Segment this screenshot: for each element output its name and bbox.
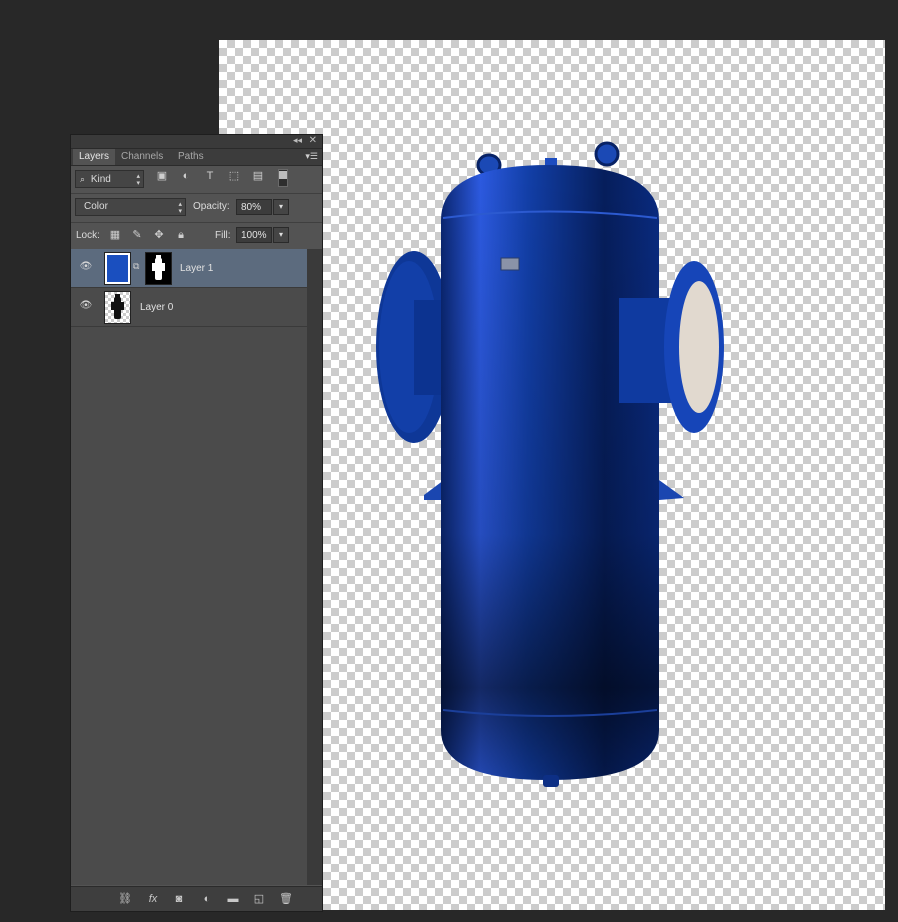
panel-menu-icon[interactable]: ▾☰ — [305, 151, 318, 162]
folder-icon[interactable]: ▬ — [225, 892, 241, 906]
layer-name[interactable]: Layer 1 — [180, 263, 213, 274]
panel-title-bar: ◂◂ ✕ — [71, 135, 322, 149]
tab-layers[interactable]: Layers — [73, 149, 116, 165]
trash-icon[interactable]: 🗑︎ — [278, 892, 294, 906]
adjustment-filter-icon[interactable]: ◐ — [179, 169, 193, 183]
blend-mode-value: Color — [84, 201, 108, 212]
lock-label: Lock: — [76, 230, 100, 241]
lock-all-icon[interactable]: 🔒︎ — [174, 228, 188, 242]
filter-row: ⌕ Kind ▴ ▾ ▣ ◐ T ⬚ ▤ — [71, 166, 322, 192]
updown-arrows-icon: ▴ ▾ — [178, 201, 182, 215]
double-chevron-left-icon[interactable]: ◂◂ — [293, 135, 302, 146]
filter-toggle-switch[interactable] — [278, 169, 288, 187]
blend-mode-select[interactable]: Color ▴ ▾ — [75, 198, 186, 216]
layer-name[interactable]: Layer 0 — [140, 302, 173, 313]
layer-0-thumbnail[interactable] — [104, 291, 131, 324]
search-icon: ⌕ — [80, 174, 86, 184]
adjustment-layer-icon[interactable]: ◐ — [199, 892, 215, 906]
lock-transparent-pixels-icon[interactable]: ▦ — [108, 228, 122, 242]
layers-scrollbar[interactable] — [307, 249, 322, 885]
add-mask-icon[interactable]: ◙ — [171, 892, 187, 906]
image-filter-icon[interactable]: ▣ — [155, 169, 169, 183]
panel-tabs: Layers Channels Paths ▾☰ — [71, 149, 322, 166]
smart-object-filter-icon[interactable]: ▤ — [251, 169, 265, 183]
close-icon[interactable]: ✕ — [309, 135, 317, 146]
filter-kind-label: Kind — [90, 174, 111, 185]
blend-row: Color ▴ ▾ Opacity: 80% ▾ — [71, 194, 322, 221]
layer-row-layer-0[interactable]: 👁︎ Layer 0 — [71, 288, 307, 327]
lock-row: Lock: ▦ ✎ ✥ 🔒︎ Fill: 100% ▾ — [71, 223, 322, 249]
layers-bottom-toolbar: ⛓︎ fx ◙ ◐ ▬ ◱ 🗑︎ — [71, 886, 322, 911]
updown-arrows-icon: ▴ ▾ — [136, 173, 140, 187]
shape-filter-icon[interactable]: ⬚ — [227, 169, 241, 183]
opacity-dropdown-button[interactable]: ▾ — [273, 199, 289, 215]
link-layers-icon[interactable]: ⛓︎ — [117, 892, 133, 906]
new-layer-icon[interactable]: ◱ — [251, 892, 267, 906]
layer-1-color-thumbnail[interactable] — [104, 252, 131, 285]
eye-icon[interactable]: 👁︎ — [79, 301, 93, 311]
fill-dropdown-button[interactable]: ▾ — [273, 227, 289, 243]
fx-icon[interactable]: fx — [145, 892, 161, 906]
layer-1-mask-thumbnail[interactable] — [145, 252, 172, 285]
filter-kind-select[interactable]: ⌕ Kind ▴ ▾ — [75, 170, 144, 188]
link-chain-icon[interactable]: ⧉ — [133, 261, 139, 272]
lock-position-icon[interactable]: ✥ — [152, 228, 166, 242]
fill-label: Fill: — [215, 230, 231, 241]
fill-input[interactable]: 100% — [236, 227, 272, 243]
eye-icon[interactable]: 👁︎ — [79, 262, 93, 272]
opacity-input[interactable]: 80% — [236, 199, 272, 215]
layer-row-layer-1[interactable]: 👁︎ ⧉ Layer 1 — [71, 249, 307, 288]
layers-panel: ◂◂ ✕ Layers Channels Paths ▾☰ ⌕ Kind ▴ ▾ … — [70, 134, 323, 912]
tab-paths[interactable]: Paths — [172, 149, 210, 165]
layers-list: 👁︎ ⧉ Layer 1 👁︎ Layer 0 — [71, 249, 307, 885]
opacity-label: Opacity: — [193, 201, 230, 212]
tab-channels[interactable]: Channels — [115, 149, 169, 165]
lock-image-pixels-icon[interactable]: ✎ — [130, 228, 144, 242]
type-filter-icon[interactable]: T — [203, 169, 217, 183]
